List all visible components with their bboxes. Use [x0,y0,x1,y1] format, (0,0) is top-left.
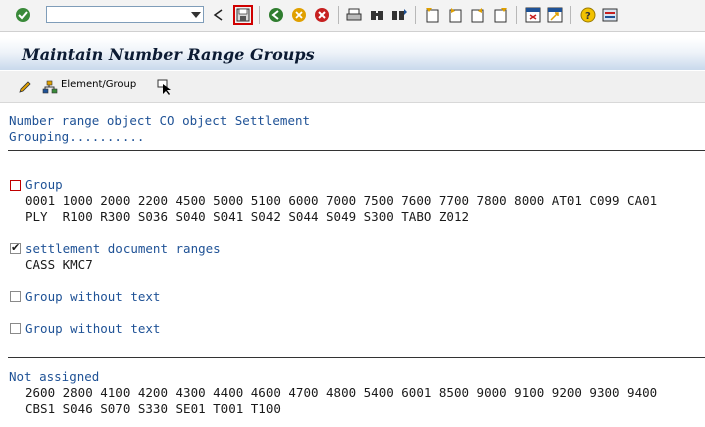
next-page-icon[interactable] [469,6,487,24]
group-name[interactable]: Group without text [25,289,160,305]
cancel-icon[interactable] [313,6,331,24]
divider [8,150,705,151]
find-next-icon[interactable] [390,6,408,24]
command-field[interactable] [46,6,204,23]
help-icon[interactable]: ? [579,6,597,24]
group-values: PLY R100 R300 S036 S040 S041 S042 S044 S… [25,209,470,224]
grouping-line: Grouping.......... [9,129,145,144]
divider [8,357,705,358]
select-cursor-icon[interactable] [156,78,174,96]
application-toolbar: Element/Group [0,71,705,103]
group-checkbox[interactable] [10,180,21,191]
toolbar-separator [570,6,571,24]
group-values: 0001 1000 2000 2200 4500 5000 5100 6000 … [25,193,658,208]
group-checkbox[interactable] [10,323,21,334]
find-icon[interactable] [368,6,386,24]
not-assigned-label: Not assigned [9,369,100,384]
save-icon[interactable] [233,5,253,25]
shortcut-icon[interactable] [546,6,564,24]
page-title: Maintain Number Range Groups [22,45,315,64]
exit-icon[interactable] [290,6,308,24]
system-toolbar: ? [0,0,705,32]
back-icon[interactable] [210,6,228,24]
group-name[interactable]: Group without text [25,321,160,337]
new-session-icon[interactable] [524,6,542,24]
not-assigned-values: CBS1 S046 S070 S330 SE01 T001 T100 [25,401,281,416]
prev-page-icon[interactable] [446,6,464,24]
number-range-object-line: Number range object CO object Settlement [9,113,311,128]
back-nav-icon[interactable] [267,6,285,24]
group-values: CASS KMC7 [25,257,93,272]
toolbar-separator [259,6,260,24]
toolbar-separator [338,6,339,24]
group-checkbox[interactable] [10,291,21,302]
title-bar: Maintain Number Range Groups [0,38,705,70]
first-page-icon[interactable] [423,6,441,24]
not-assigned-values: 2600 2800 4100 4200 4300 4400 4600 4700 … [25,385,658,400]
enter-icon[interactable] [14,6,32,24]
layout-icon[interactable] [601,6,619,24]
last-page-icon[interactable] [492,6,510,24]
toolbar-separator [516,6,517,24]
group-name[interactable]: Group [25,177,63,193]
group-name[interactable]: settlement document ranges [25,241,221,257]
svg-text:?: ? [585,11,591,22]
pencil-icon[interactable] [16,78,34,96]
hierarchy-icon[interactable] [41,78,59,96]
toolbar-separator [415,6,416,24]
print-icon[interactable] [345,6,363,24]
chevron-down-icon[interactable] [191,12,201,18]
element-group-button[interactable]: Element/Group [61,79,136,90]
group-checkbox[interactable] [10,241,21,254]
